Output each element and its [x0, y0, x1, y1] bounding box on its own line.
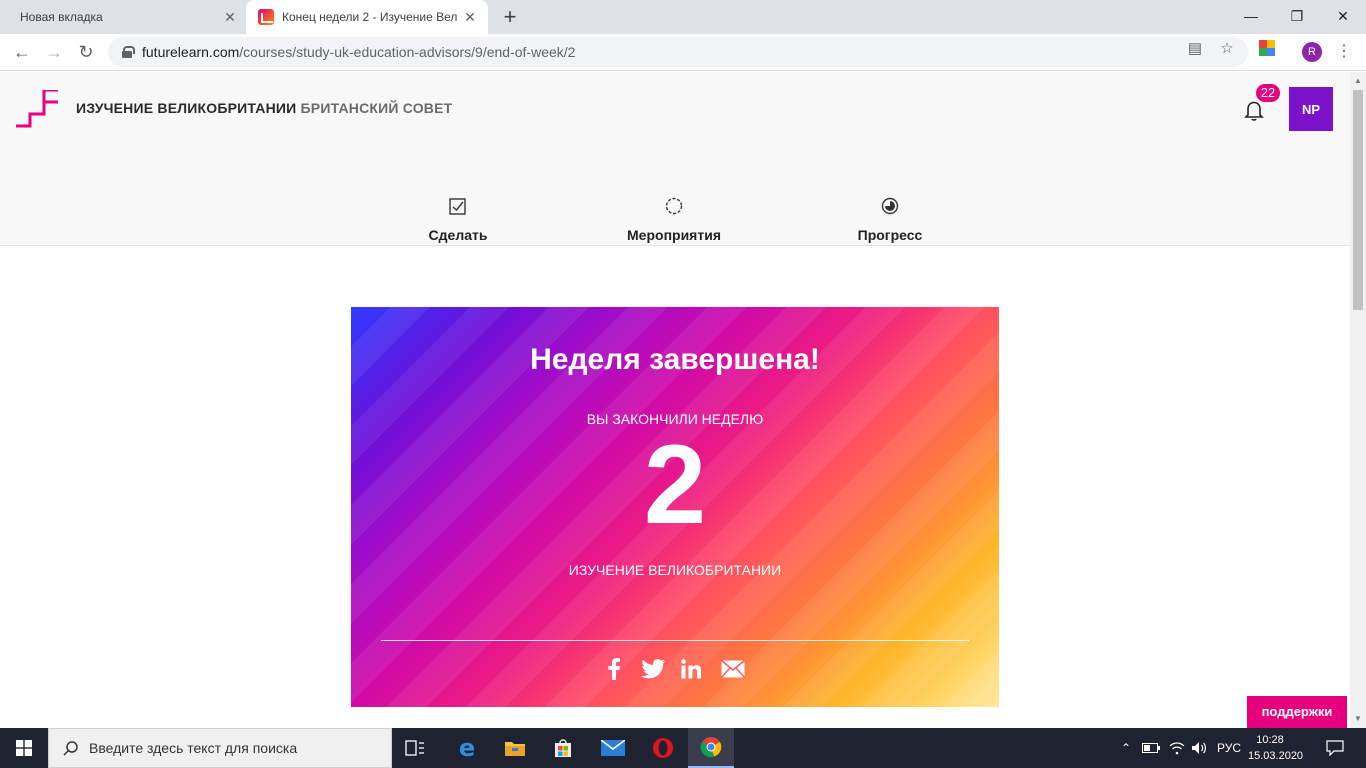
task-view-icon[interactable]: [392, 728, 438, 768]
plus-icon[interactable]: +: [498, 4, 522, 30]
reload-icon[interactable]: ↻: [72, 38, 100, 66]
week-number: 2: [643, 422, 707, 547]
chrome-icon[interactable]: [688, 728, 734, 768]
week-complete-card: Неделя завершена! ВЫ ЗАКОНЧИЛИ НЕДЕЛЮ 2 …: [351, 307, 999, 707]
nav-todo[interactable]: Сделать: [388, 196, 528, 243]
url-path: /courses/study-uk-education-advisors/9/e…: [239, 44, 576, 60]
nav-activities[interactable]: Мероприятия: [604, 196, 744, 243]
page-content: ИЗУЧЕНИЕ ВЕЛИКОБРИТАНИИ БРИТАНСКИЙ СОВЕТ…: [0, 72, 1350, 728]
hero-title: Неделя завершена!: [530, 343, 820, 376]
windows-start-icon[interactable]: [0, 728, 48, 768]
browser-toolbar: ← → ↻ futurelearn.com/courses/study-uk-e…: [0, 34, 1366, 71]
scroll-down-icon[interactable]: ▼: [1354, 714, 1362, 723]
edge-icon[interactable]: e: [444, 728, 490, 768]
site-header: ИЗУЧЕНИЕ ВЕЛИКОБРИТАНИИ БРИТАНСКИЙ СОВЕТ…: [0, 72, 1350, 246]
nav-todo-label: Сделать: [428, 227, 488, 243]
support-button[interactable]: поддержки: [1247, 696, 1347, 728]
store-icon[interactable]: [540, 728, 586, 768]
activity-circle-icon: [665, 197, 683, 215]
clock-time: 10:28: [1256, 734, 1284, 746]
window-close-icon[interactable]: ✕: [1320, 0, 1366, 32]
nav-progress-label: Прогресс: [857, 227, 923, 243]
tab-title: Новая вкладка: [20, 10, 103, 24]
mail-icon[interactable]: [590, 728, 636, 768]
notification-badge: 22: [1256, 84, 1280, 102]
restore-icon[interactable]: ❐: [1274, 0, 1320, 32]
futurelearn-favicon-icon: [258, 9, 274, 25]
taskbar-search-input[interactable]: Введите здесь текст для поиска: [48, 728, 392, 768]
linkedin-icon[interactable]: [679, 657, 705, 681]
course-org: БРИТАНСКИЙ СОВЕТ: [300, 100, 453, 116]
search-placeholder: Введите здесь текст для поиска: [89, 740, 298, 756]
tab-end-of-week[interactable]: Конец недели 2 - Изучение Вел ✕: [246, 0, 488, 34]
checkbox-icon: [449, 198, 466, 215]
nav-activities-label: Мероприятия: [627, 227, 721, 243]
facebook-icon[interactable]: [601, 657, 627, 681]
lock-icon: [122, 46, 135, 58]
chevron-up-icon[interactable]: ⌃: [1116, 728, 1136, 768]
star-icon[interactable]: ☆: [1218, 40, 1236, 58]
language-indicator[interactable]: РУС: [1212, 728, 1246, 768]
back-arrow-icon[interactable]: ←: [8, 38, 36, 66]
scroll-thumb[interactable]: [1353, 90, 1363, 310]
url-domain: futurelearn.com: [142, 44, 240, 60]
twitter-icon[interactable]: [640, 657, 666, 681]
translate-icon[interactable]: ▤: [1186, 40, 1204, 58]
volume-icon[interactable]: [1188, 728, 1210, 768]
opera-icon[interactable]: [640, 728, 686, 768]
forward-arrow-icon[interactable]: →: [40, 38, 68, 66]
file-explorer-icon[interactable]: [492, 728, 538, 768]
user-avatar[interactable]: NP: [1289, 87, 1333, 131]
nav-progress[interactable]: Прогресс: [820, 196, 960, 243]
scroll-up-icon[interactable]: ▲: [1354, 76, 1362, 85]
wifi-icon[interactable]: [1166, 728, 1188, 768]
notifications-icon[interactable]: [1318, 728, 1352, 768]
scrollbar[interactable]: ▲ ▼: [1350, 72, 1366, 728]
clock-date: 15.03.2020: [1248, 750, 1304, 762]
divider: [381, 640, 969, 641]
browser-tab-strip: Новая вкладка ✕ Конец недели 2 - Изучени…: [0, 0, 1366, 34]
progress-icon: [881, 197, 899, 215]
extension-icon[interactable]: [1258, 40, 1276, 58]
minimize-icon[interactable]: —: [1228, 0, 1274, 32]
tab-new-tab[interactable]: Новая вкладка ✕: [8, 0, 248, 34]
email-icon[interactable]: [720, 657, 746, 681]
tab-title: Конец недели 2 - Изучение Вел: [282, 10, 458, 24]
profile-avatar[interactable]: R: [1302, 42, 1322, 62]
menu-dots-icon[interactable]: ⋮: [1336, 42, 1352, 62]
clock[interactable]: 10:28 15.03.2020: [1248, 732, 1304, 764]
course-title-text: ИЗУЧЕНИЕ ВЕЛИКОБРИТАНИИ: [76, 100, 297, 116]
search-icon: [63, 741, 78, 756]
course-title[interactable]: ИЗУЧЕНИЕ ВЕЛИКОБРИТАНИИ БРИТАНСКИЙ СОВЕТ: [76, 100, 452, 116]
windows-taskbar: Введите здесь текст для поиска e ⌃ РУС 1…: [0, 728, 1366, 768]
futurelearn-logo-icon[interactable]: [16, 90, 58, 130]
close-icon[interactable]: ✕: [218, 9, 242, 26]
address-bar[interactable]: futurelearn.com/courses/study-uk-educati…: [108, 37, 1248, 67]
close-icon[interactable]: ✕: [458, 9, 482, 26]
battery-icon[interactable]: [1140, 728, 1162, 768]
hero-course-name: ИЗУЧЕНИЕ ВЕЛИКОБРИТАНИИ: [568, 562, 782, 578]
